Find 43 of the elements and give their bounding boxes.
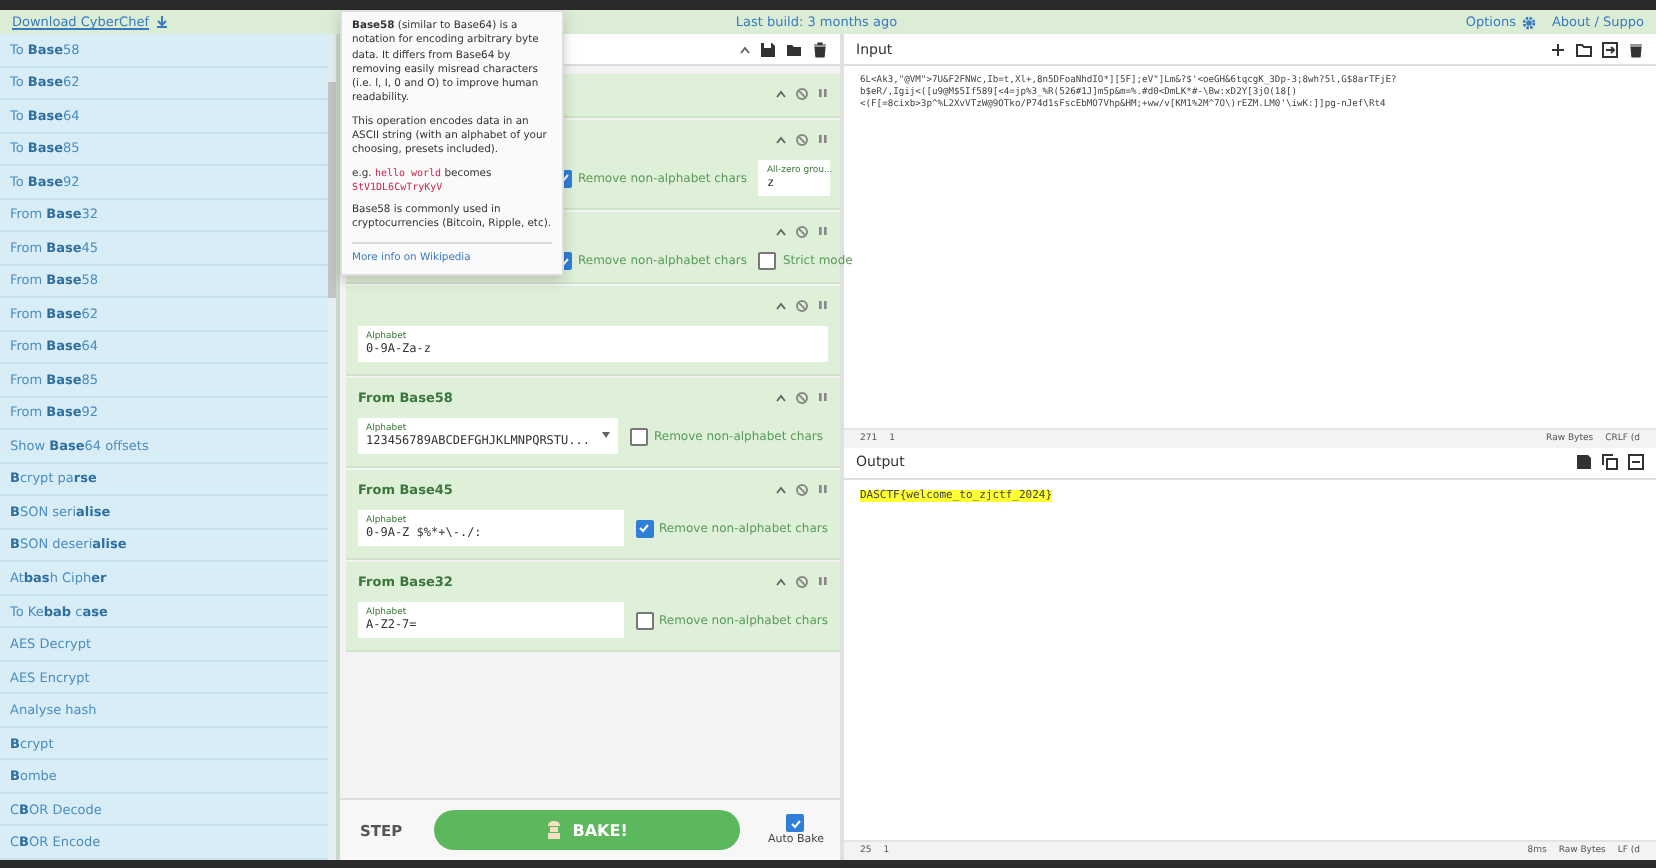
copy-icon[interactable] xyxy=(1602,454,1618,470)
folder-icon[interactable] xyxy=(786,41,802,57)
scrollbar-thumb[interactable] xyxy=(328,82,336,298)
chevron-up-icon[interactable] xyxy=(776,135,786,143)
pause-icon[interactable] xyxy=(818,392,828,402)
checkbox[interactable] xyxy=(630,427,648,445)
bake-button[interactable]: BAKE! xyxy=(434,810,740,850)
disable-icon[interactable] xyxy=(796,299,808,311)
disable-icon[interactable] xyxy=(796,225,808,237)
disable-icon[interactable] xyxy=(796,391,808,403)
checkbox[interactable] xyxy=(786,814,805,832)
disable-icon[interactable] xyxy=(796,483,808,495)
save-icon[interactable] xyxy=(760,41,776,57)
pause-icon[interactable] xyxy=(818,134,828,144)
import-icon[interactable] xyxy=(1602,41,1618,57)
plus-icon[interactable] xyxy=(1550,41,1566,57)
folder-icon[interactable] xyxy=(1576,41,1592,57)
disable-icon[interactable] xyxy=(796,575,808,587)
pause-icon[interactable] xyxy=(818,484,828,494)
trash-icon[interactable] xyxy=(812,41,828,57)
gear-icon xyxy=(1521,15,1536,29)
chevron-up-icon[interactable] xyxy=(776,227,786,235)
chevron-up-icon[interactable] xyxy=(776,393,786,401)
pause-icon[interactable] xyxy=(818,88,828,98)
pause-icon[interactable] xyxy=(818,300,828,310)
checkbox[interactable] xyxy=(635,611,654,629)
trash-icon[interactable] xyxy=(1628,41,1644,57)
checkbox[interactable] xyxy=(758,252,777,270)
checkbox[interactable] xyxy=(635,519,654,537)
replace-input-icon[interactable] xyxy=(1628,454,1644,470)
save-icon[interactable] xyxy=(1576,454,1592,470)
download-icon xyxy=(155,16,168,28)
pause-icon[interactable] xyxy=(818,576,828,586)
caret-icon xyxy=(602,432,610,438)
chevron-up-icon[interactable] xyxy=(776,577,786,585)
chevron-up-icon[interactable] xyxy=(740,45,750,53)
chef-icon xyxy=(546,820,563,840)
chevron-up-icon[interactable] xyxy=(776,89,786,97)
disable-icon[interactable] xyxy=(796,133,808,145)
chevron-up-icon[interactable] xyxy=(776,485,786,493)
pause-icon[interactable] xyxy=(818,226,828,236)
chevron-up-icon[interactable] xyxy=(776,301,786,309)
disable-icon[interactable] xyxy=(796,87,808,99)
